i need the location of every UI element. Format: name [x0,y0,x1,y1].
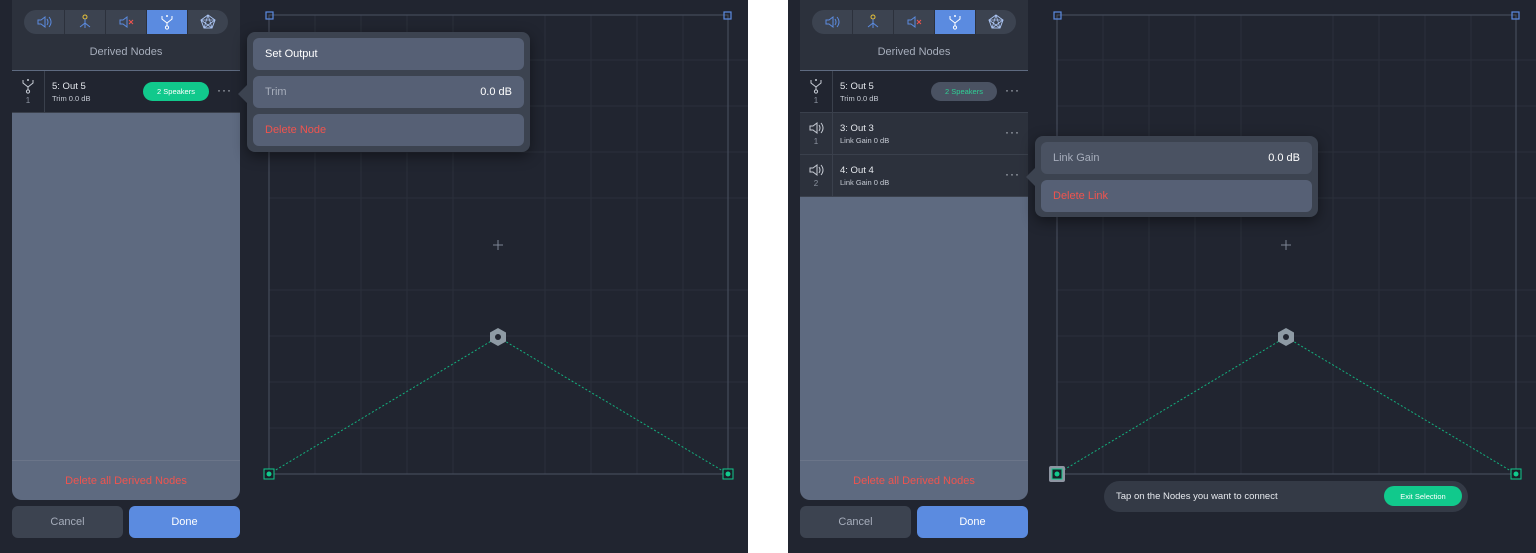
list-item[interactable]: 2 4: Out 4 Link Gain 0 dB ··· [800,155,1028,197]
link-line [1285,336,1517,475]
link-gain-label: Link Gain [1053,152,1100,164]
link-line [268,336,499,475]
tool-speakers[interactable] [812,10,853,34]
link-options-popover: Link Gain 0.0 dB Delete Link [1026,136,1318,217]
row-name: 5: Out 5 [52,81,86,92]
tool-derived[interactable] [935,10,976,34]
center-crosshair [493,240,503,250]
derived-nodes-panel: Derived Nodes 1 5: Out 5 Trim 0.0 dB 2 S… [12,0,240,500]
derived-node[interactable] [490,328,506,346]
tool-tree[interactable] [65,10,106,34]
selection-hint-text: Tap on the Nodes you want to connect [1116,491,1278,502]
link-gain-field[interactable]: Link Gain 0.0 dB [1041,142,1312,174]
tool-speakers[interactable] [24,10,65,34]
panel-title: Derived Nodes [89,46,163,58]
link-gain-value: 0.0 dB [1268,152,1300,164]
row-subtitle: Trim 0.0 dB [52,94,91,103]
speaker-node[interactable] [722,468,734,480]
list-item[interactable]: 1 5: Out 5 Trim 0.0 dB 2 Speakers ··· [12,71,240,113]
speakers-badge[interactable]: 2 Speakers [931,82,997,101]
delete-node-button[interactable]: Delete Node [253,114,524,146]
network-icon [988,14,1004,29]
row-icon-column: 1 [800,113,833,154]
more-icon[interactable]: ··· [1005,83,1020,97]
speaker-node-selected[interactable] [1049,466,1065,482]
selection-hint-bar: Tap on the Nodes you want to connect Exi… [1104,481,1468,512]
speaker-node[interactable] [1510,468,1522,480]
derived-node-icon [949,15,961,30]
delete-node-label: Delete Node [265,124,327,136]
speaker-icon [809,122,824,134]
speaker-icon [809,164,824,176]
derived-node-icon [22,79,34,94]
list-item[interactable]: 1 5: Out 5 Trim 0.0 dB 2 Speakers ··· [800,71,1028,113]
row-subtitle: Link Gain 0 dB [840,136,890,145]
canvas-grid [1049,11,1536,482]
speaker-node[interactable] [263,468,275,480]
list-item[interactable]: 1 3: Out 3 Link Gain 0 dB ··· [800,113,1028,155]
row-name: 4: Out 4 [840,165,874,176]
derived-nodes-panel: Derived Nodes 1 5: Out 5 Trim 0.0 dB 2 S… [800,0,1028,500]
popover-arrow [238,85,247,103]
speaker-muted-icon [119,16,134,28]
tool-network[interactable] [976,10,1016,34]
row-index: 2 [813,179,819,188]
panel-header: Derived Nodes [800,0,1028,70]
row-subtitle: Trim 0.0 dB [840,94,879,103]
delete-all-button[interactable]: Delete all Derived Nodes [800,460,1028,500]
screen-right: Derived Nodes 1 5: Out 5 Trim 0.0 dB 2 S… [788,0,1536,553]
tool-tree[interactable] [853,10,894,34]
derived-node-icon [161,15,173,30]
popover-arrow [1026,168,1035,186]
more-icon[interactable]: ··· [217,83,232,97]
speaker-icon [825,16,840,28]
more-icon[interactable]: ··· [1005,125,1020,139]
tree-icon [79,14,91,28]
tree-icon [867,14,879,28]
row-index: 1 [25,96,31,105]
set-output-label: Set Output [265,48,318,60]
speakers-badge[interactable]: 2 Speakers [143,82,209,101]
tool-mute[interactable] [894,10,935,34]
more-icon[interactable]: ··· [1005,167,1020,181]
row-name: 3: Out 3 [840,123,874,134]
trim-label: Trim [265,86,287,98]
panel-header: Derived Nodes [12,0,240,70]
derived-node[interactable] [1278,328,1294,346]
row-index: 1 [813,96,819,105]
row-name: 5: Out 5 [840,81,874,92]
trim-value: 0.0 dB [480,86,512,98]
exit-selection-button[interactable]: Exit Selection [1384,486,1462,506]
network-icon [200,14,216,29]
link-line [1056,336,1287,475]
cancel-button[interactable]: Cancel [800,506,911,538]
delete-link-label: Delete Link [1053,190,1109,202]
row-icon-column: 2 [800,155,833,196]
cancel-button[interactable]: Cancel [12,506,123,538]
row-icon-column: 1 [12,71,45,112]
node-options-popover: Set Output Trim 0.0 dB Delete Node [238,32,530,152]
link-line [497,336,729,475]
mode-toolbar [24,10,228,34]
row-icon-column: 1 [800,71,833,112]
row-index: 1 [813,137,819,146]
tool-mute[interactable] [106,10,147,34]
node-canvas[interactable] [1036,0,1536,553]
set-output-button[interactable]: Set Output [253,38,524,70]
row-subtitle: Link Gain 0 dB [840,178,890,187]
center-crosshair [1281,240,1291,250]
derived-node-icon [810,79,822,94]
panel-title: Derived Nodes [877,46,951,58]
delete-all-button[interactable]: Delete all Derived Nodes [12,460,240,500]
mode-toolbar [812,10,1016,34]
tool-derived[interactable] [147,10,188,34]
tool-network[interactable] [188,10,228,34]
trim-field[interactable]: Trim 0.0 dB [253,76,524,108]
done-button[interactable]: Done [129,506,240,538]
speaker-icon [37,16,52,28]
delete-link-button[interactable]: Delete Link [1041,180,1312,212]
speaker-muted-icon [907,16,922,28]
done-button[interactable]: Done [917,506,1028,538]
screen-left: Derived Nodes 1 5: Out 5 Trim 0.0 dB 2 S… [0,0,748,553]
